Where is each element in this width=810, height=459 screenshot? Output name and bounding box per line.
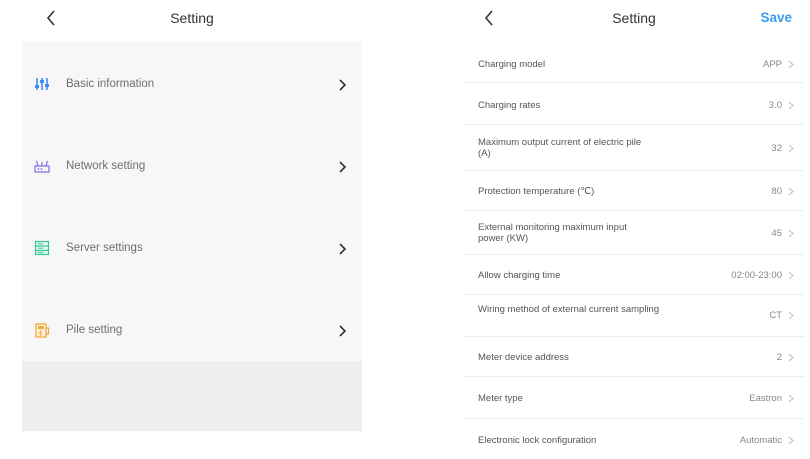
setting-value: 80 bbox=[771, 186, 782, 197]
setting-value: Automatic bbox=[739, 435, 782, 446]
menu-label: Network setting bbox=[66, 160, 146, 172]
setting-value: CT bbox=[769, 310, 782, 321]
setting-label: External monitoring maximum input power … bbox=[478, 222, 627, 244]
setting-value: 02:00-23:00 bbox=[731, 270, 782, 281]
setting-value: APP bbox=[762, 59, 782, 70]
server-icon bbox=[34, 240, 50, 256]
chevron-right-icon bbox=[788, 436, 794, 445]
chevron-right-icon bbox=[339, 79, 347, 91]
chevron-right-icon bbox=[788, 394, 794, 403]
setting-row-electronic-lock[interactable]: Electronic lock configuration Automatic bbox=[464, 419, 804, 459]
right-settings-panel: Setting Save Charging model APP Charging… bbox=[464, 0, 804, 459]
setting-label: Maximum output current of electric pile … bbox=[478, 137, 642, 159]
router-icon bbox=[34, 160, 50, 173]
setting-label: Charging rates bbox=[478, 100, 541, 111]
setting-value: Eastron bbox=[749, 393, 782, 404]
menu-item-network-setting[interactable]: Network setting bbox=[22, 126, 362, 206]
right-header: Setting Save bbox=[464, 0, 804, 36]
chevron-right-icon bbox=[788, 187, 794, 196]
chevron-right-icon bbox=[788, 101, 794, 110]
setting-value: 32 bbox=[771, 143, 782, 154]
chevron-right-icon bbox=[788, 144, 794, 153]
setting-label: Meter type bbox=[478, 393, 523, 404]
setting-label: Charging model bbox=[478, 59, 546, 70]
chevron-right-icon bbox=[788, 353, 794, 362]
setting-label: Meter device address bbox=[478, 352, 569, 363]
left-header: Setting bbox=[22, 0, 362, 36]
menu-item-server-settings[interactable]: Server settings bbox=[22, 208, 362, 288]
setting-label: Allow charging time bbox=[478, 270, 561, 281]
setting-label: Protection temperature (℃) bbox=[478, 186, 595, 197]
setting-value: 2 bbox=[776, 352, 782, 363]
setting-row-meter-device-address[interactable]: Meter device address 2 bbox=[464, 337, 804, 377]
menu-label: Basic information bbox=[66, 78, 155, 90]
chevron-right-icon bbox=[788, 60, 794, 69]
chevron-right-icon bbox=[339, 325, 347, 337]
left-settings-panel: Setting Basic information Network settin… bbox=[22, 0, 362, 459]
page-title: Setting bbox=[612, 10, 656, 26]
setting-value: 45 bbox=[771, 228, 782, 239]
menu-label: Server settings bbox=[66, 242, 143, 254]
page-title: Setting bbox=[170, 10, 214, 26]
chevron-right-icon bbox=[788, 271, 794, 280]
chevron-right-icon bbox=[339, 243, 347, 255]
setting-row-wiring-method[interactable]: Wiring method of external current sampli… bbox=[464, 295, 804, 337]
setting-label: Wiring method of external current sampli… bbox=[478, 304, 660, 315]
setting-row-meter-type[interactable]: Meter type Eastron bbox=[464, 377, 804, 419]
setting-row-max-output-current[interactable]: Maximum output current of electric pile … bbox=[464, 125, 804, 171]
setting-row-protection-temperature[interactable]: Protection temperature (℃) 80 bbox=[464, 171, 804, 211]
charging-pile-icon bbox=[35, 323, 50, 338]
setting-row-charging-rates[interactable]: Charging rates 3.0 bbox=[464, 83, 804, 125]
setting-row-charging-model[interactable]: Charging model APP bbox=[464, 45, 804, 83]
settings-menu: Basic information Network setting Server… bbox=[22, 42, 362, 361]
save-button[interactable]: Save bbox=[760, 10, 792, 25]
menu-label: Pile setting bbox=[66, 324, 123, 336]
sliders-icon bbox=[35, 78, 49, 90]
setting-row-allow-charging-time[interactable]: Allow charging time 02:00-23:00 bbox=[464, 255, 804, 295]
empty-area bbox=[22, 361, 362, 431]
setting-label: Electronic lock configuration bbox=[478, 435, 597, 446]
setting-value: 3.0 bbox=[768, 100, 782, 111]
chevron-right-icon bbox=[339, 161, 347, 173]
menu-item-pile-setting[interactable]: Pile setting bbox=[22, 290, 362, 370]
chevron-right-icon bbox=[788, 229, 794, 238]
setting-row-external-monitoring-power[interactable]: External monitoring maximum input power … bbox=[464, 211, 804, 255]
chevron-right-icon bbox=[788, 311, 794, 320]
menu-item-basic-information[interactable]: Basic information bbox=[22, 44, 362, 124]
